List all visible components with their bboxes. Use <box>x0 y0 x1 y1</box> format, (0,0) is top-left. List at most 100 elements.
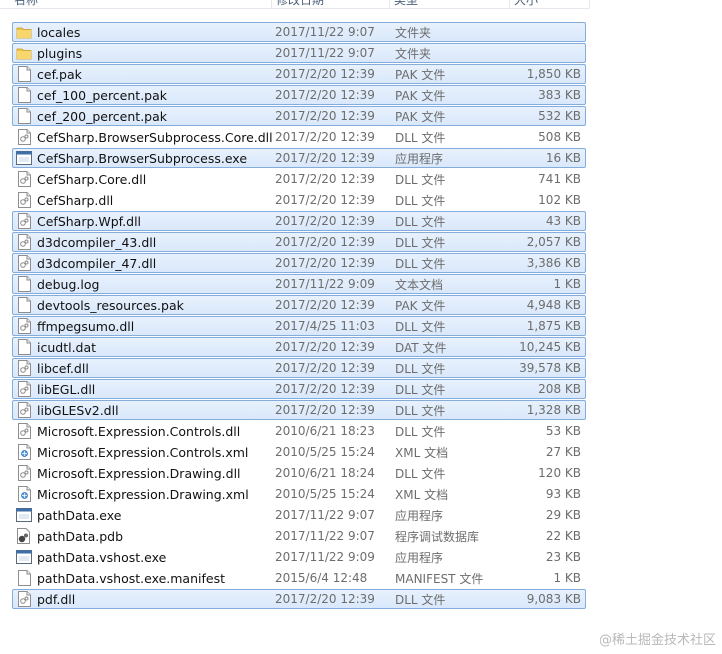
file-row[interactable]: CefSharp.Core.dll 2017/2/20 12:39 DLL 文件 74… <box>12 169 586 189</box>
file-size: 741 KB <box>538 172 581 186</box>
file-date: 2015/6/4 12:48 <box>275 571 368 585</box>
file-icon <box>16 87 32 103</box>
file-name: cef.pak <box>37 66 82 82</box>
file-row[interactable]: debug.log 2017/11/22 9:09 文本文档 1 KB <box>12 274 586 294</box>
file-type: 应用程序 <box>395 508 444 523</box>
file-row[interactable]: Microsoft.Expression.Controls.xml 2010/5/… <box>12 442 586 462</box>
file-date: 2017/2/20 12:39 <box>275 256 375 270</box>
file-row[interactable]: devtools_resources.pak 2017/2/20 12:39 PAK… <box>12 295 586 315</box>
file-type: 文件夹 <box>395 25 432 40</box>
file-type: DLL 文件 <box>395 319 446 334</box>
dll-icon <box>16 171 32 187</box>
file-name: pathData.exe <box>37 507 122 523</box>
file-size: 102 KB <box>538 193 581 207</box>
file-icon <box>16 297 32 313</box>
column-header-name[interactable]: 名称 <box>0 0 272 8</box>
file-row[interactable]: libGLESv2.dll 2017/2/20 12:39 DLL 文件 1,328 … <box>12 400 586 420</box>
file-type: XML 文档 <box>395 487 449 502</box>
file-date: 2017/2/20 12:39 <box>275 592 375 606</box>
file-row[interactable]: pdf.dll 2017/2/20 12:39 DLL 文件 9,083 KB <box>12 589 586 609</box>
file-type: DLL 文件 <box>395 193 446 208</box>
pdb-icon <box>16 528 32 544</box>
file-row[interactable]: cef.pak 2017/2/20 12:39 PAK 文件 1,850 KB <box>12 64 586 84</box>
file-type: PAK 文件 <box>395 67 446 82</box>
file-name: CefSharp.Core.dll <box>37 171 147 187</box>
file-date: 2017/2/20 12:39 <box>275 109 375 123</box>
xml-icon <box>16 486 32 502</box>
file-row[interactable]: Microsoft.Expression.Drawing.xml 2010/5/2… <box>12 484 586 504</box>
file-type: DLL 文件 <box>395 382 446 397</box>
file-type: DLL 文件 <box>395 361 446 376</box>
file-type: DLL 文件 <box>395 235 446 250</box>
file-size: 27 KB <box>545 445 581 459</box>
file-row[interactable]: plugins 2017/11/22 9:07 文件夹 <box>12 43 586 63</box>
dll-icon <box>16 402 32 418</box>
file-size: 2,057 KB <box>526 235 581 249</box>
file-row[interactable]: cef_100_percent.pak 2017/2/20 12:39 PAK 文件… <box>12 85 586 105</box>
column-header-size[interactable]: 大小 <box>510 0 590 8</box>
file-row[interactable]: CefSharp.Wpf.dll 2017/2/20 12:39 DLL 文件 43 … <box>12 211 586 231</box>
file-row[interactable]: pathData.exe 2017/11/22 9:07 应用程序 29 KB <box>12 505 586 525</box>
file-size: 39,578 KB <box>519 361 581 375</box>
file-size: 9,083 KB <box>526 592 581 606</box>
file-date: 2017/2/20 12:39 <box>275 235 375 249</box>
file-row[interactable]: Microsoft.Expression.Drawing.dll 2010/6/2… <box>12 463 586 483</box>
file-row[interactable]: CefSharp.dll 2017/2/20 12:39 DLL 文件 102 KB <box>12 190 586 210</box>
file-date: 2010/5/25 15:24 <box>275 445 375 459</box>
dll-icon <box>16 360 32 376</box>
file-name: Microsoft.Expression.Drawing.xml <box>37 486 249 502</box>
file-type: 文件夹 <box>395 46 432 61</box>
file-size: 53 KB <box>545 424 581 438</box>
file-row[interactable]: d3dcompiler_47.dll 2017/2/20 12:39 DLL 文件 3… <box>12 253 586 273</box>
file-row[interactable]: CefSharp.BrowserSubprocess.Core.dll 2017/… <box>12 127 586 147</box>
column-header-bar: 名称 修改日期 类型 大小 <box>0 0 590 9</box>
file-row[interactable]: Microsoft.Expression.Controls.dll 2010/6/… <box>12 421 586 441</box>
file-size: 22 KB <box>545 529 581 543</box>
file-row[interactable]: libcef.dll 2017/2/20 12:39 DLL 文件 39,578 KB <box>12 358 586 378</box>
file-icon <box>16 108 32 124</box>
column-header-date[interactable]: 修改日期 <box>272 0 390 8</box>
column-header-type[interactable]: 类型 <box>390 0 510 8</box>
file-size: 1 KB <box>553 571 581 585</box>
file-name: pathData.vshost.exe.manifest <box>37 570 225 586</box>
dll-icon <box>16 465 32 481</box>
file-size: 93 KB <box>545 487 581 501</box>
file-name: devtools_resources.pak <box>37 297 184 313</box>
file-row[interactable]: pathData.vshost.exe.manifest 2015/6/4 12:… <box>12 568 586 588</box>
file-row[interactable]: pathData.vshost.exe 2017/11/22 9:09 应用程序 23… <box>12 547 586 567</box>
file-name: CefSharp.Wpf.dll <box>37 213 142 229</box>
xml-icon <box>16 444 32 460</box>
file-size: 10,245 KB <box>519 340 581 354</box>
file-name: CefSharp.dll <box>37 192 114 208</box>
file-row[interactable]: ffmpegsumo.dll 2017/4/25 11:03 DLL 文件 1,875… <box>12 316 586 336</box>
dll-icon <box>16 423 32 439</box>
file-date: 2017/11/22 9:07 <box>275 25 375 39</box>
file-row[interactable]: libEGL.dll 2017/2/20 12:39 DLL 文件 208 KB <box>12 379 586 399</box>
file-row[interactable]: icudtl.dat 2017/2/20 12:39 DAT 文件 10,245 KB <box>12 337 586 357</box>
file-date: 2017/2/20 12:39 <box>275 298 375 312</box>
file-size: 3,386 KB <box>526 256 581 270</box>
file-type: DLL 文件 <box>395 214 446 229</box>
file-date: 2017/2/20 12:39 <box>275 130 375 144</box>
dll-icon <box>16 591 32 607</box>
file-row[interactable]: locales 2017/11/22 9:07 文件夹 <box>12 22 586 42</box>
file-row[interactable]: pathData.pdb 2017/11/22 9:07 程序调试数据库 22 KB <box>12 526 586 546</box>
file-type: PAK 文件 <box>395 109 446 124</box>
file-row[interactable]: cef_200_percent.pak 2017/2/20 12:39 PAK 文件… <box>12 106 586 126</box>
file-type: DLL 文件 <box>395 466 446 481</box>
file-size: 508 KB <box>538 130 581 144</box>
file-name: d3dcompiler_43.dll <box>37 234 157 250</box>
file-type: DAT 文件 <box>395 340 447 355</box>
file-type: DLL 文件 <box>395 403 446 418</box>
file-name: locales <box>37 24 81 40</box>
file-row[interactable]: CefSharp.BrowserSubprocess.exe 2017/2/20 … <box>12 148 586 168</box>
file-icon <box>16 276 32 292</box>
file-list: locales 2017/11/22 9:07 文件夹 plugins 2017/11/… <box>12 22 586 610</box>
file-row[interactable]: d3dcompiler_43.dll 2017/2/20 12:39 DLL 文件 2… <box>12 232 586 252</box>
file-name: debug.log <box>37 276 100 292</box>
file-date: 2017/11/22 9:07 <box>275 508 375 522</box>
file-size: 383 KB <box>538 88 581 102</box>
file-type: DLL 文件 <box>395 130 446 145</box>
dll-icon <box>16 234 32 250</box>
file-size: 120 KB <box>538 466 581 480</box>
